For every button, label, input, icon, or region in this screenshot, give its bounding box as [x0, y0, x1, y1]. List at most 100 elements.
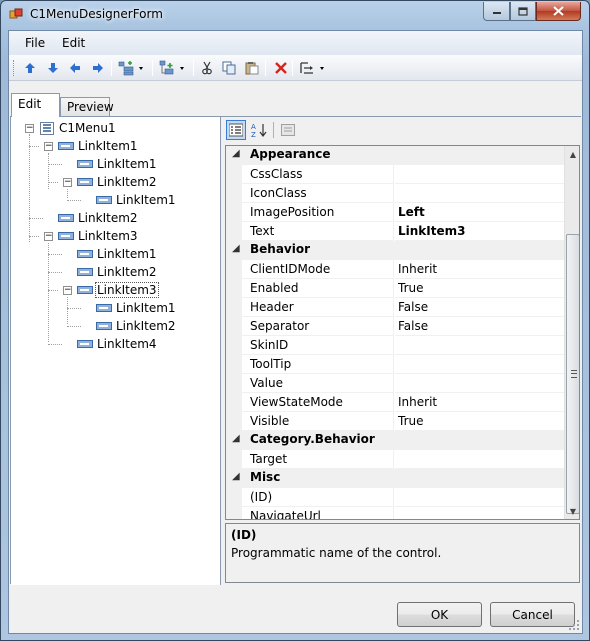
property-value[interactable]: True	[395, 412, 564, 431]
close-button[interactable]	[536, 2, 581, 21]
tree-collapse-toggle[interactable]: −	[44, 142, 53, 151]
property-row[interactable]: Target	[226, 450, 564, 469]
property-value[interactable]	[395, 507, 564, 519]
menu-edit[interactable]: Edit	[62, 36, 85, 50]
paste-button[interactable]	[243, 59, 261, 77]
toolbar-separator	[111, 60, 112, 76]
link-item-icon	[77, 339, 93, 349]
tree-node-label: LinkItem2	[97, 265, 157, 279]
tree-node[interactable]: LinkItem2	[77, 263, 158, 281]
tree-node-root[interactable]: C1Menu1	[39, 119, 117, 137]
menu-tree[interactable]: − C1Menu1 − LinkItem1 LinkItem1 − LinkIt…	[11, 117, 221, 585]
categorized-button[interactable]	[226, 120, 246, 140]
property-value[interactable]	[395, 488, 564, 507]
tab-preview[interactable]: Preview	[60, 97, 114, 117]
menu-file[interactable]: File	[25, 36, 45, 50]
category-appearance[interactable]: ◢ Appearance	[226, 146, 564, 165]
property-pages-icon	[281, 124, 295, 136]
property-value[interactable]: Left	[395, 203, 564, 222]
scroll-down-button[interactable]: ▼	[565, 503, 579, 519]
title-bar[interactable]: C1MenuDesignerForm	[1, 1, 589, 29]
tree-node[interactable]: LinkItem4	[77, 335, 158, 353]
cut-button[interactable]	[198, 59, 216, 77]
tree-node[interactable]: LinkItem1	[77, 155, 158, 173]
minimize-button[interactable]	[483, 2, 510, 21]
add-child-dropdown[interactable]	[158, 59, 188, 77]
collapse-triangle-icon[interactable]: ◢	[232, 243, 240, 254]
collapse-triangle-icon[interactable]: ◢	[232, 433, 240, 444]
tab-edit[interactable]: Edit	[11, 93, 60, 117]
property-row[interactable]: SkinID	[226, 336, 564, 355]
window-title: C1MenuDesignerForm	[30, 7, 163, 21]
property-value[interactable]	[395, 355, 564, 374]
property-row[interactable]: ViewStateMode Inherit	[226, 393, 564, 412]
category-behavior[interactable]: ◢ Behavior	[226, 241, 564, 260]
property-row[interactable]: CssClass	[226, 165, 564, 184]
property-row[interactable]: ToolTip	[226, 355, 564, 374]
move-down-button[interactable]	[44, 59, 62, 77]
delete-button[interactable]	[272, 59, 290, 77]
move-left-icon	[70, 63, 80, 73]
resize-grip-icon[interactable]	[568, 619, 580, 631]
property-value[interactable]	[395, 165, 564, 184]
cancel-button[interactable]: Cancel	[490, 602, 575, 627]
copy-icon	[222, 61, 236, 75]
property-row-selected[interactable]: (ID)	[226, 488, 564, 507]
move-left-button[interactable]	[66, 59, 84, 77]
property-row[interactable]: Header False	[226, 298, 564, 317]
property-value[interactable]	[395, 336, 564, 355]
tree-collapse-toggle[interactable]: −	[63, 286, 72, 295]
property-pages-button[interactable]	[278, 120, 298, 140]
property-value[interactable]: False	[395, 298, 564, 317]
property-row[interactable]: ClientIDMode Inherit	[226, 260, 564, 279]
property-name: Target	[250, 452, 288, 466]
property-value[interactable]: True	[395, 279, 564, 298]
property-row[interactable]: Text LinkItem3	[226, 222, 564, 241]
tree-node[interactable]: LinkItem1	[58, 137, 139, 155]
property-value[interactable]	[395, 374, 564, 393]
property-value[interactable]: Inherit	[395, 260, 564, 279]
collapse-triangle-icon[interactable]: ◢	[232, 148, 240, 159]
tree-node[interactable]: LinkItem2	[58, 209, 139, 227]
tree-node[interactable]: LinkItem1	[96, 191, 177, 209]
move-up-button[interactable]	[21, 59, 39, 77]
scroll-thumb[interactable]	[566, 234, 579, 514]
tree-collapse-toggle[interactable]: −	[63, 178, 72, 187]
tree-node[interactable]: LinkItem2	[96, 317, 177, 335]
tree-collapse-toggle[interactable]: −	[44, 232, 53, 241]
property-row[interactable]: NavigateUrl	[226, 507, 564, 519]
tree-node-selected[interactable]: LinkItem3	[77, 281, 159, 299]
tree-connector	[67, 189, 68, 198]
property-row[interactable]: ImagePosition Left	[226, 203, 564, 222]
alphabetical-button[interactable]: AZ	[249, 120, 269, 140]
property-value[interactable]: LinkItem3	[395, 222, 564, 241]
tree-node[interactable]: LinkItem2	[77, 173, 158, 191]
tree-node[interactable]: LinkItem3	[58, 227, 139, 245]
category-misc[interactable]: ◢ Misc	[226, 469, 564, 488]
maximize-button[interactable]	[510, 2, 536, 21]
tree-node[interactable]: LinkItem1	[77, 245, 158, 263]
property-row[interactable]: Separator False	[226, 317, 564, 336]
tree-node[interactable]: LinkItem1	[96, 299, 177, 317]
tree-collapse-toggle[interactable]: −	[25, 124, 34, 133]
property-grid-scrollbar[interactable]: ▲ ▼	[564, 146, 579, 519]
category-category-behavior[interactable]: ◢ Category.Behavior	[226, 431, 564, 450]
change-type-dropdown[interactable]	[298, 59, 328, 77]
property-name: (ID)	[250, 490, 273, 504]
collapse-triangle-icon[interactable]: ◢	[232, 471, 240, 482]
property-row[interactable]: IconClass	[226, 184, 564, 203]
copy-button[interactable]	[220, 59, 238, 77]
property-value[interactable]	[395, 450, 564, 469]
property-value[interactable]: Inherit	[395, 393, 564, 412]
property-row[interactable]: Enabled True	[226, 279, 564, 298]
property-grid[interactable]: ◢ Appearance CssClass IconClass ImagePos…	[225, 145, 580, 520]
insert-item-dropdown[interactable]	[117, 59, 147, 77]
property-row[interactable]: Visible True	[226, 412, 564, 431]
property-value[interactable]	[395, 184, 564, 203]
scroll-up-button[interactable]: ▲	[565, 146, 579, 162]
toolbar-grip[interactable]	[13, 60, 16, 76]
property-row[interactable]: Value	[226, 374, 564, 393]
move-right-button[interactable]	[89, 59, 107, 77]
ok-button[interactable]: OK	[397, 602, 482, 627]
property-value[interactable]: False	[395, 317, 564, 336]
